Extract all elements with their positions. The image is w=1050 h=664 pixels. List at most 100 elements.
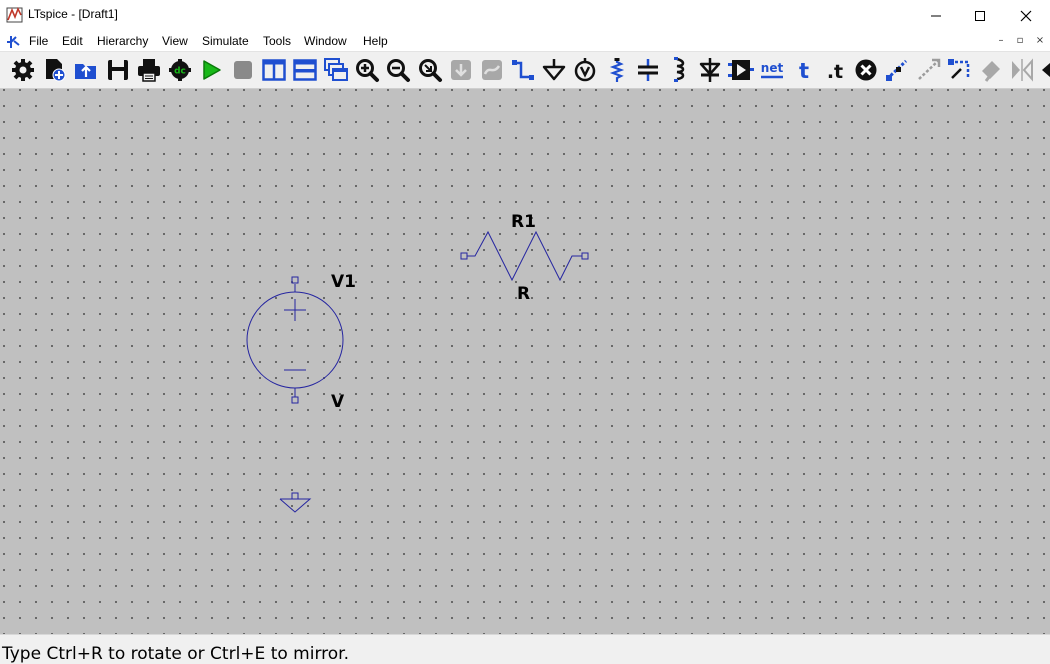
maximize-button[interactable] xyxy=(957,0,1003,31)
mdi-minimize-button[interactable]: – xyxy=(993,34,1009,49)
new-document-icon xyxy=(46,59,66,82)
schematic-drawing: V1 V R1 R xyxy=(246,212,589,513)
autorange-button[interactable] xyxy=(448,57,474,83)
mdi-restore-button[interactable]: ▫ xyxy=(1012,34,1028,49)
zoom-out-button[interactable] xyxy=(385,57,411,83)
text-icon: t xyxy=(799,59,809,83)
tile-horizontal-icon xyxy=(293,59,317,81)
tile-vertical-button[interactable] xyxy=(261,57,287,83)
duplicate-button[interactable] xyxy=(884,57,910,83)
draw-wire-button[interactable] xyxy=(510,57,536,83)
place-resistor-button[interactable] xyxy=(604,57,630,83)
drag-icon xyxy=(948,59,970,79)
v1-name-label[interactable]: V1 xyxy=(331,272,356,292)
text-tool-label: t xyxy=(799,59,809,83)
menu-hierarchy[interactable]: Hierarchy xyxy=(97,34,148,48)
menu-tools[interactable]: Tools xyxy=(263,34,291,48)
menu-bar: File Edit Hierarchy View Simulate Tools … xyxy=(0,31,1050,52)
schematic-canvas[interactable]: V1 V R1 R xyxy=(0,89,1050,634)
schematic-doc-icon[interactable] xyxy=(5,33,21,49)
cascade-button[interactable] xyxy=(323,57,349,83)
zoom-fit-button[interactable] xyxy=(417,57,443,83)
menu-help[interactable]: Help xyxy=(363,34,388,48)
status-message: Type Ctrl+R to rotate or Ctrl+E to mirro… xyxy=(2,644,349,664)
tile-vertical-icon xyxy=(262,59,286,81)
v1-value-label[interactable]: V xyxy=(331,392,345,412)
mirror-button[interactable] xyxy=(1009,57,1035,83)
menu-file[interactable]: File xyxy=(29,34,48,48)
zoom-in-icon xyxy=(356,59,379,82)
move-disabled-icon xyxy=(918,58,941,80)
printer-icon xyxy=(138,59,160,82)
stop-icon xyxy=(234,61,252,79)
undo-disabled-icon xyxy=(982,61,1000,82)
ltspice-app-icon[interactable] xyxy=(6,6,24,24)
place-text-button[interactable]: t xyxy=(791,57,817,83)
gear-icon xyxy=(12,59,34,81)
duplicate-icon xyxy=(885,59,908,81)
mirror-disabled-icon xyxy=(1012,58,1033,82)
dc-op-icon: dc xyxy=(169,59,191,81)
place-capacitor-button[interactable] xyxy=(635,57,661,83)
chevron-left-icon xyxy=(1042,63,1050,77)
autorange-disabled-icon xyxy=(451,60,471,80)
ground-symbol[interactable] xyxy=(279,492,312,513)
control-panel-button[interactable]: dc xyxy=(167,57,193,83)
ground-icon xyxy=(542,59,566,81)
open-button[interactable] xyxy=(73,57,99,83)
cascade-windows-icon xyxy=(324,58,348,81)
new-schematic-button[interactable] xyxy=(42,57,68,83)
zoom-fit-icon xyxy=(419,59,442,82)
close-button[interactable] xyxy=(1003,0,1049,31)
spice-directive-button[interactable]: .t xyxy=(822,57,848,83)
view-plot-button[interactable] xyxy=(479,57,505,83)
diode-icon xyxy=(699,58,721,82)
resistor-icon xyxy=(609,58,625,82)
print-button[interactable] xyxy=(136,57,162,83)
mdi-close-button[interactable]: × xyxy=(1032,34,1048,49)
tile-horizontal-button[interactable] xyxy=(292,57,318,83)
minimize-button[interactable] xyxy=(913,0,959,31)
capacitor-icon xyxy=(638,59,658,81)
place-voltage-button[interactable] xyxy=(572,57,598,83)
window-title: LTspice - [Draft1] xyxy=(28,7,118,21)
settings-button[interactable] xyxy=(10,57,36,83)
inductor-icon xyxy=(674,57,685,82)
r1-name-label[interactable]: R1 xyxy=(511,212,536,232)
maximize-icon xyxy=(975,10,985,21)
place-ground-button[interactable] xyxy=(541,57,567,83)
close-icon xyxy=(1020,10,1032,21)
save-button[interactable] xyxy=(105,57,131,83)
menu-window[interactable]: Window xyxy=(304,34,347,48)
menu-edit[interactable]: Edit xyxy=(62,34,83,48)
minimize-icon xyxy=(931,15,941,16)
net-label-text: net xyxy=(761,61,784,75)
delete-button[interactable] xyxy=(853,57,879,83)
plot-disabled-icon xyxy=(482,60,502,80)
toolbar-overflow-button[interactable] xyxy=(1040,57,1050,83)
undo-button[interactable] xyxy=(978,57,1004,83)
label-net-icon xyxy=(574,58,596,82)
toolbar: dc net t .t xyxy=(0,52,1050,89)
menu-view[interactable]: View xyxy=(162,34,188,48)
zoom-in-button[interactable] xyxy=(354,57,380,83)
drag-button[interactable] xyxy=(947,57,973,83)
menu-simulate[interactable]: Simulate xyxy=(202,34,249,48)
save-disk-icon xyxy=(108,60,128,80)
dc-label: dc xyxy=(174,67,186,77)
place-component-button[interactable] xyxy=(728,57,754,83)
resistor-r1[interactable] xyxy=(460,230,589,282)
open-folder-icon xyxy=(75,64,96,79)
halt-button[interactable] xyxy=(230,57,256,83)
voltage-source-v1[interactable] xyxy=(246,276,344,404)
r1-value-label[interactable]: R xyxy=(517,284,530,304)
title-bar: LTspice - [Draft1] xyxy=(0,0,1050,31)
component-icon xyxy=(728,60,754,80)
move-button[interactable] xyxy=(916,57,942,83)
status-bar: Type Ctrl+R to rotate or Ctrl+E to mirro… xyxy=(0,634,1050,664)
place-diode-button[interactable] xyxy=(697,57,723,83)
run-button[interactable] xyxy=(198,57,224,83)
label-net-button[interactable]: net xyxy=(759,57,785,83)
delete-x-icon xyxy=(855,59,877,81)
place-inductor-button[interactable] xyxy=(666,57,692,83)
